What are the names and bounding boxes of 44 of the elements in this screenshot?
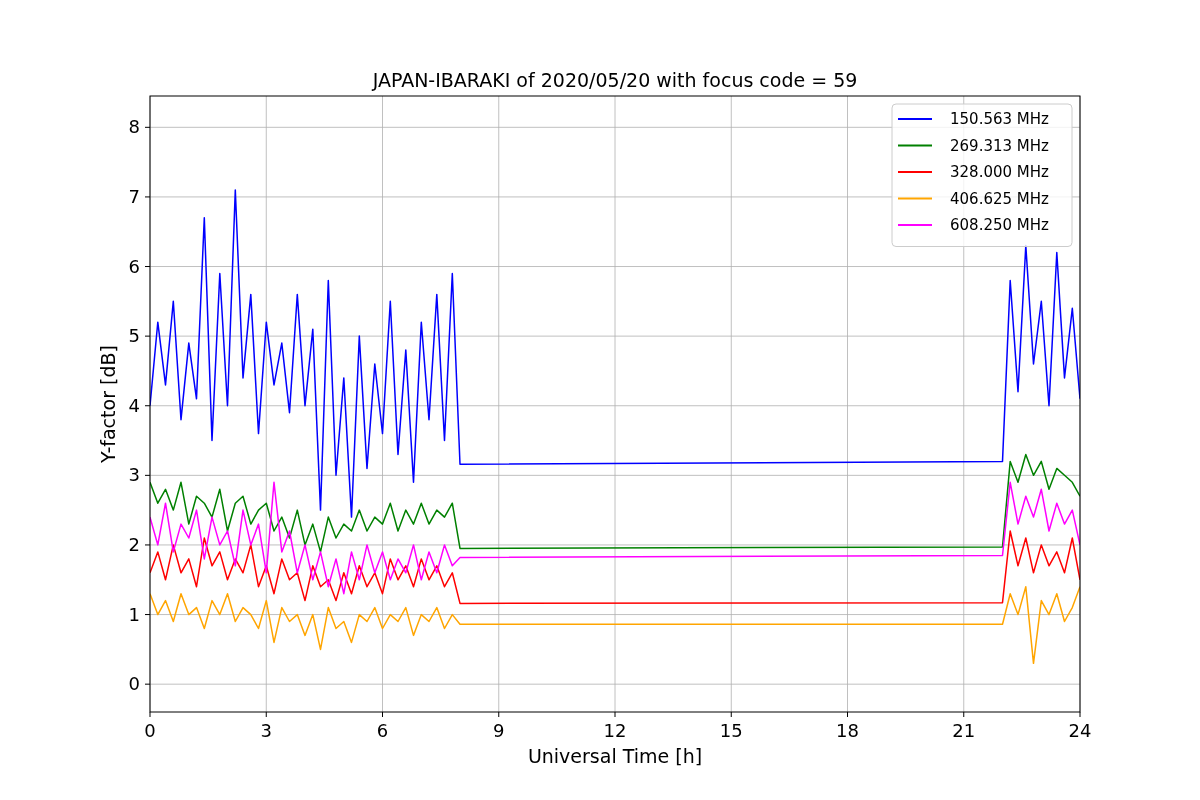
legend-label: 328.000 MHz xyxy=(950,163,1049,181)
tick-label: 6 xyxy=(376,720,389,741)
tick-mark xyxy=(144,474,151,476)
tick-label: 0 xyxy=(144,720,156,741)
tick-mark xyxy=(144,196,151,198)
tick-label: 2 xyxy=(128,533,140,555)
tick-label: 4 xyxy=(128,394,140,416)
legend-label: 269.313 MHz xyxy=(950,136,1049,155)
chart-title: JAPAN-IBARAKI of 2020/05/20 with focus code = 59 xyxy=(372,69,858,91)
tick-label: 8 xyxy=(128,116,140,138)
tick-label: 21 xyxy=(952,720,976,741)
tick-label: 1 xyxy=(128,603,140,625)
tick-label: 24 xyxy=(1068,720,1092,741)
tick-mark xyxy=(847,711,848,718)
tick-label: 9 xyxy=(493,720,505,741)
legend-label: 406.625 MHz xyxy=(950,189,1049,208)
tick-label: 3 xyxy=(128,464,140,486)
tick-label: 15 xyxy=(719,720,743,741)
tick-mark xyxy=(149,711,151,718)
tick-mark xyxy=(144,405,151,407)
tick-mark xyxy=(144,544,151,546)
tick-label: 5 xyxy=(128,325,140,347)
legend-label: 608.250 MHz xyxy=(950,216,1049,234)
legend-label: 150.563 MHz xyxy=(950,110,1049,128)
tick-mark xyxy=(144,683,151,685)
tick-mark xyxy=(498,711,500,718)
y-axis-label: Y-factor [dB] xyxy=(97,345,119,463)
tick-mark xyxy=(265,711,267,718)
tick-mark xyxy=(144,335,151,337)
tick-mark xyxy=(614,711,616,718)
tick-label: 12 xyxy=(603,720,627,741)
x-axis-label: Universal Time [h] xyxy=(527,745,703,767)
tick-label: 6 xyxy=(128,255,140,277)
tick-mark xyxy=(963,711,965,718)
tick-mark xyxy=(382,711,383,718)
tick-label: 7 xyxy=(128,185,140,207)
tick-label: 18 xyxy=(836,720,859,741)
tick-label: 3 xyxy=(260,720,272,741)
tick-mark xyxy=(1079,711,1081,718)
tick-mark xyxy=(144,614,151,616)
tick-label: 0 xyxy=(128,673,140,695)
tick-mark xyxy=(730,711,732,718)
tick-mark xyxy=(144,266,151,268)
tick-mark xyxy=(144,126,151,128)
